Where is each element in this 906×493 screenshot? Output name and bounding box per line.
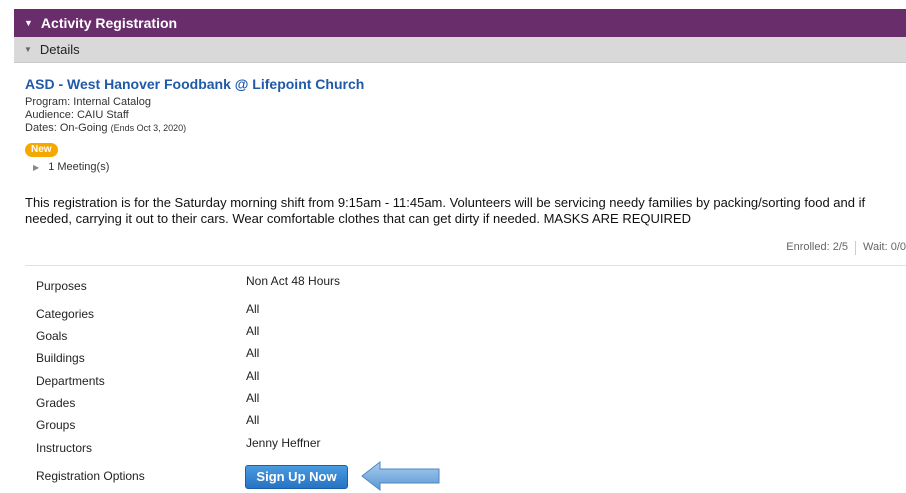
attr-label-purposes: Purposes bbox=[36, 279, 87, 293]
triangle-right-icon: ▶ bbox=[33, 163, 40, 172]
attr-value-goals: All bbox=[246, 324, 260, 338]
dates-note: (Ends Oct 3, 2020) bbox=[110, 123, 187, 133]
wait-count: Wait: 0/0 bbox=[863, 241, 906, 253]
divider bbox=[855, 241, 856, 255]
attr-label-groups: Groups bbox=[36, 418, 76, 432]
attr-label-goals: Goals bbox=[36, 329, 68, 343]
triangle-down-icon: ▼ bbox=[24, 45, 32, 54]
audience-text: Audience: CAIU Staff bbox=[25, 109, 129, 121]
attr-label-departments: Departments bbox=[36, 374, 105, 388]
details-label: Details bbox=[39, 42, 80, 57]
dates-text: Dates: On-Going (Ends Oct 3, 2020) bbox=[25, 122, 186, 134]
left-arrow-icon bbox=[361, 460, 440, 492]
section-divider bbox=[25, 265, 906, 266]
triangle-down-icon: ▼ bbox=[24, 18, 33, 28]
activity-title-link[interactable]: ASD - West Hanover Foodbank @ Lifepoint … bbox=[25, 76, 364, 92]
details-bar[interactable]: ▼ Details bbox=[14, 37, 906, 63]
attr-value-grades: All bbox=[246, 391, 260, 405]
attr-value-departments: All bbox=[246, 369, 260, 383]
enrollment-status: Enrolled: 2/5 Wait: 0/0 bbox=[786, 241, 906, 255]
attr-label-grades: Grades bbox=[36, 396, 76, 410]
attr-value-instructors: Jenny Heffner bbox=[246, 436, 321, 450]
activity-description: This registration is for the Saturday mo… bbox=[25, 195, 866, 226]
attr-label-instructors: Instructors bbox=[36, 441, 93, 455]
meetings-toggle[interactable]: ▶ 1 Meeting(s) bbox=[33, 161, 109, 173]
attr-label-registration-options: Registration Options bbox=[36, 469, 145, 483]
new-badge: New bbox=[25, 143, 58, 157]
enrolled-count: Enrolled: 2/5 bbox=[786, 241, 848, 253]
attr-value-groups: All bbox=[246, 413, 260, 427]
header-title: Activity Registration bbox=[40, 15, 178, 31]
program-text: Program: Internal Catalog bbox=[25, 96, 151, 108]
sign-up-now-button[interactable]: Sign Up Now bbox=[245, 465, 348, 489]
activity-registration-header[interactable]: ▼ Activity Registration bbox=[14, 9, 906, 37]
attr-label-buildings: Buildings bbox=[36, 351, 85, 365]
attr-label-categories: Categories bbox=[36, 307, 95, 321]
attr-value-purposes: Non Act 48 Hours bbox=[246, 274, 341, 288]
attr-value-buildings: All bbox=[246, 346, 260, 360]
attr-value-categories: All bbox=[246, 302, 260, 316]
meetings-label: 1 Meeting(s) bbox=[48, 161, 110, 173]
dates-value: Dates: On-Going bbox=[25, 122, 108, 134]
